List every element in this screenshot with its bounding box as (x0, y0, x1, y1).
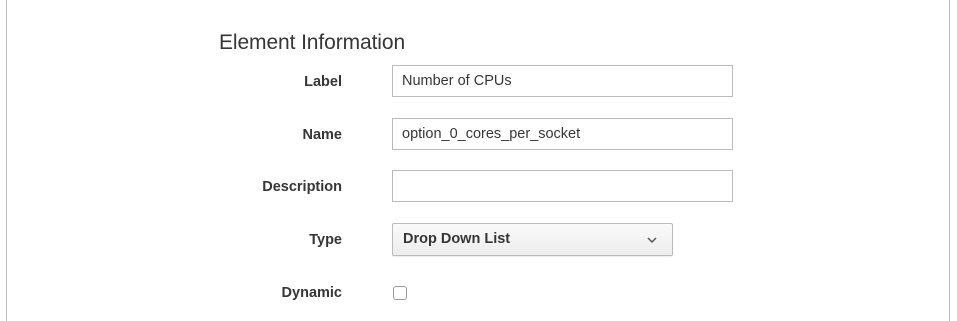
name-row: Name (0, 118, 957, 152)
description-row: Description (0, 170, 957, 204)
type-selected-value: Drop Down List (403, 231, 511, 247)
description-input[interactable] (392, 170, 733, 202)
dynamic-field-label: Dynamic (281, 285, 342, 301)
dynamic-checkbox[interactable] (393, 286, 407, 300)
label-input[interactable] (392, 65, 733, 97)
name-input[interactable] (392, 118, 733, 150)
type-field-label: Type (309, 232, 342, 248)
type-row: Type Drop Down List (0, 223, 957, 257)
dynamic-row: Dynamic (0, 276, 957, 310)
section-title: Element Information (219, 31, 406, 54)
description-field-label: Description (262, 179, 342, 195)
type-select[interactable]: Drop Down List (392, 223, 673, 256)
label-field-label: Label (304, 74, 342, 90)
label-row: Label (0, 65, 957, 99)
element-information-panel (6, 0, 950, 321)
name-field-label: Name (302, 127, 343, 143)
chevron-down-icon (647, 237, 657, 244)
